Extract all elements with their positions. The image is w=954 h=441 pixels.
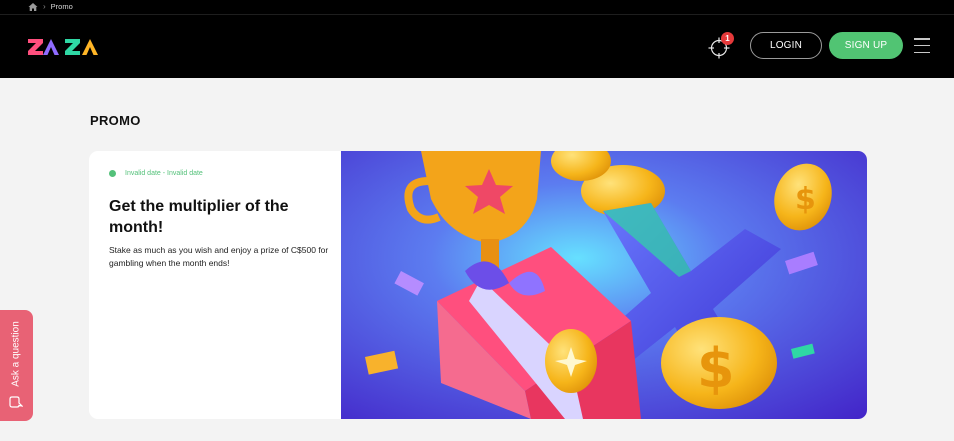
promo-date: Invalid date - Invalid date <box>125 170 203 177</box>
notifications-button[interactable]: 1 <box>706 32 736 62</box>
promo-description: Stake as much as you wish and enjoy a pr… <box>109 245 329 268</box>
login-button[interactable]: LOGIN <box>750 32 822 59</box>
hamburger-menu-icon[interactable] <box>914 38 930 53</box>
breadcrumb-item-promo: Promo <box>50 2 73 12</box>
menu-line <box>914 51 930 53</box>
menu-line <box>914 38 930 40</box>
promo-card-text: Invalid date - Invalid date Get the mult… <box>89 151 341 419</box>
menu-line <box>914 44 930 47</box>
promo-banner-image: $ $ <box>341 151 867 419</box>
chevron-right-icon: › <box>43 2 46 11</box>
signup-button[interactable]: SIGN UP <box>829 32 903 59</box>
page-title: PROMO <box>90 113 141 128</box>
ask-question-button[interactable]: Ask a question <box>0 310 33 421</box>
notification-count-badge: 1 <box>721 32 734 45</box>
home-icon[interactable] <box>28 2 38 12</box>
zaza-logo[interactable] <box>27 37 102 57</box>
breadcrumb: › Promo <box>0 0 954 15</box>
status-dot <box>109 170 116 177</box>
promo-date-row: Invalid date - Invalid date <box>109 170 203 177</box>
promo-card[interactable]: Invalid date - Invalid date Get the mult… <box>89 151 867 419</box>
svg-text:$: $ <box>697 337 735 400</box>
site-header: 1 LOGIN SIGN UP <box>0 15 954 78</box>
chat-bubble-icon <box>9 396 23 408</box>
ask-question-label: Ask a question <box>10 321 22 387</box>
svg-text:$: $ <box>795 182 816 217</box>
promo-title: Get the multiplier of the month! <box>109 198 289 236</box>
